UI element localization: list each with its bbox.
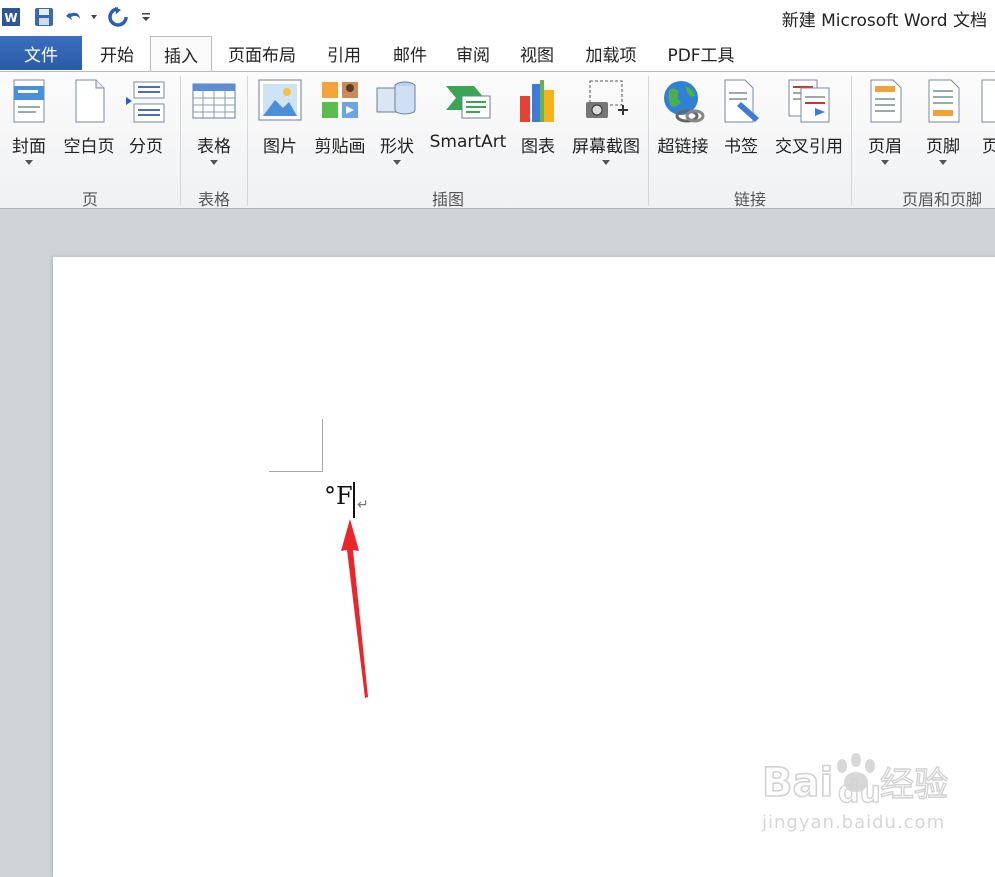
- paragraph-mark: ↵: [357, 497, 369, 513]
- cover-page-label: 封面: [12, 137, 46, 157]
- clip-art-label: 剪贴画: [314, 137, 366, 157]
- chevron-down-icon: [939, 160, 947, 165]
- picture-button[interactable]: 图片: [254, 76, 306, 157]
- cross-reference-label: 交叉引用: [775, 137, 843, 157]
- smartart-icon: [444, 78, 492, 126]
- tab-home[interactable]: 开始: [86, 36, 148, 71]
- word-app-icon[interactable]: W: [0, 5, 22, 29]
- screenshot-button[interactable]: 屏幕截图: [568, 76, 644, 176]
- tab-review[interactable]: 审阅: [443, 36, 503, 71]
- text-cursor: [353, 482, 355, 518]
- table-icon: [191, 78, 237, 126]
- shapes-button[interactable]: 形状: [372, 76, 422, 176]
- tab-mailings[interactable]: 邮件: [380, 36, 440, 71]
- chevron-down-icon: [25, 160, 33, 165]
- svg-text:W: W: [4, 11, 17, 25]
- header-button[interactable]: 页眉: [858, 76, 912, 176]
- tab-file[interactable]: 文件: [0, 36, 82, 70]
- chevron-down-icon: [881, 160, 889, 165]
- tab-pdf-tools[interactable]: PDF工具: [656, 36, 746, 71]
- bookmark-icon: [719, 78, 763, 128]
- ribbon-tabs: 文件 开始 插入 页面布局 引用 邮件 审阅 视图 加载项 PDF工具: [0, 36, 995, 72]
- screenshot-icon: [582, 78, 630, 128]
- save-icon[interactable]: [32, 5, 56, 29]
- group-label-links: 链接: [733, 190, 766, 209]
- group-label-pages: 页: [81, 190, 98, 209]
- tab-page-layout[interactable]: 页面布局: [218, 36, 306, 71]
- header-icon: [865, 78, 905, 128]
- clip-art-icon: [318, 78, 362, 126]
- page-number-icon: [976, 78, 995, 128]
- chart-icon: [516, 78, 560, 128]
- table-label: 表格: [197, 137, 231, 157]
- bookmark-label: 书签: [724, 137, 758, 157]
- hyperlink-globe-icon: [659, 78, 707, 128]
- cross-reference-button[interactable]: 交叉引用: [770, 76, 848, 157]
- tab-references[interactable]: 引用: [314, 36, 374, 71]
- group-label-tables: 表格: [197, 190, 230, 209]
- tab-addins[interactable]: 加载项: [574, 36, 648, 71]
- shapes-label: 形状: [380, 137, 414, 157]
- footer-label: 页脚: [926, 137, 960, 157]
- blank-page-label: 空白页: [63, 137, 115, 157]
- undo-dropdown-icon[interactable]: [88, 5, 100, 29]
- cover-page-button[interactable]: 封面: [4, 76, 54, 176]
- watermark-url: jingyan.baidu.com: [762, 812, 946, 833]
- page-break-label: 分页: [129, 137, 163, 157]
- page-break-icon: [124, 78, 168, 130]
- page-number-button[interactable]: 页: [974, 76, 995, 156]
- redo-icon[interactable]: [106, 5, 130, 29]
- smartart-label: SmartArt: [429, 132, 507, 152]
- page-break-button[interactable]: 分页: [122, 76, 170, 157]
- customize-qat-icon[interactable]: [138, 5, 154, 29]
- table-button[interactable]: 表格: [186, 76, 242, 176]
- page-number-label: 页: [982, 137, 995, 156]
- picture-label: 图片: [263, 137, 297, 157]
- svg-text:经验: 经验: [880, 765, 948, 805]
- screenshot-label: 屏幕截图: [572, 137, 640, 157]
- chevron-down-icon: [210, 160, 218, 165]
- chevron-down-icon: [602, 160, 610, 165]
- clip-art-button[interactable]: 剪贴画: [310, 76, 370, 157]
- smartart-button[interactable]: SmartArt: [424, 76, 512, 156]
- shapes-icon: [374, 78, 420, 126]
- tab-insert[interactable]: 插入: [150, 36, 212, 72]
- group-label-header-footer: 页眉和页脚: [901, 190, 982, 209]
- group-label-illustrations: 插图: [431, 190, 464, 209]
- undo-icon[interactable]: [62, 5, 86, 29]
- tab-view[interactable]: 视图: [507, 36, 567, 71]
- svg-text:du: du: [838, 775, 881, 810]
- header-label: 页眉: [868, 137, 902, 157]
- annotation-arrow-icon: [330, 515, 380, 709]
- chart-button[interactable]: 图表: [514, 76, 562, 157]
- blank-page-button[interactable]: 空白页: [58, 76, 120, 157]
- window-title: 新建 Microsoft Word 文档: [781, 11, 987, 31]
- footer-icon: [923, 78, 963, 128]
- margin-corner-mark: [269, 471, 323, 472]
- document-text[interactable]: °F: [324, 481, 353, 511]
- picture-icon: [257, 78, 303, 126]
- cover-page-icon: [9, 78, 49, 130]
- blank-page-icon: [69, 78, 109, 130]
- margin-corner-mark: [322, 419, 323, 471]
- chart-label: 图表: [521, 137, 555, 157]
- svg-text:Bai: Bai: [762, 760, 833, 806]
- hyperlink-label: 超链接: [657, 137, 709, 157]
- baidu-watermark-logo: Bai du 经验: [760, 750, 950, 816]
- footer-button[interactable]: 页脚: [916, 76, 970, 176]
- title-bar: W 新建 Microsoft Word 文档: [0, 0, 995, 36]
- cross-reference-icon: [785, 78, 833, 128]
- chevron-down-icon: [393, 160, 401, 165]
- ribbon-insert: 封面 空白页 分页 页 表格 表格 图片 剪贴画 形状 SmartArt 图表 …: [0, 71, 995, 209]
- hyperlink-button[interactable]: 超链接: [654, 76, 712, 157]
- bookmark-button[interactable]: 书签: [716, 76, 766, 157]
